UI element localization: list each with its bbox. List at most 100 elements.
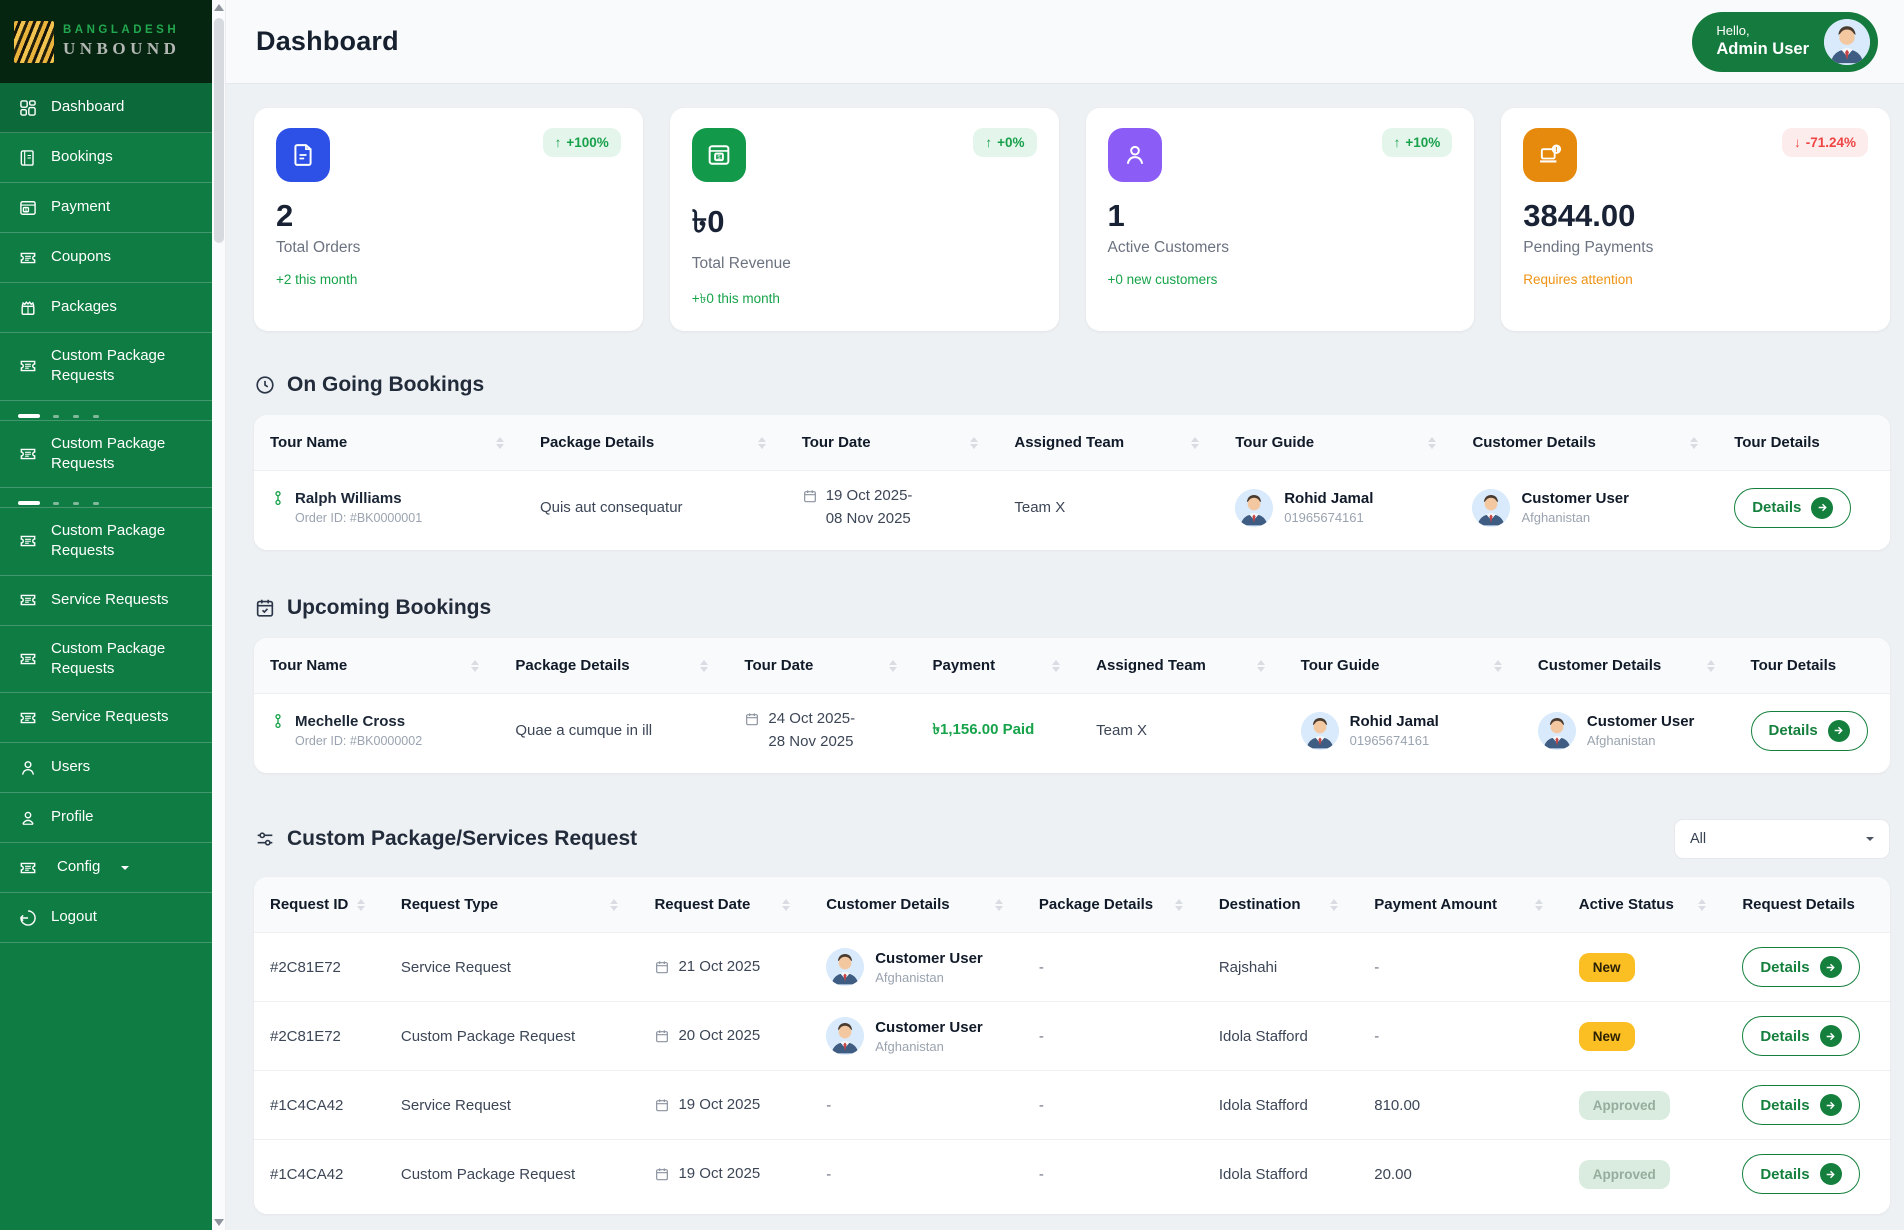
arrow-down-icon: ↓ <box>1793 135 1801 150</box>
customer-details: - <box>810 1070 1023 1140</box>
sort-icon[interactable] <box>471 659 480 672</box>
stat-label: Pending Payments <box>1523 239 1654 256</box>
order-id: Order ID: #BK0000001 <box>295 511 423 525</box>
sort-icon[interactable] <box>1256 659 1265 672</box>
sort-icon[interactable] <box>1330 898 1339 911</box>
details-button[interactable]: Details <box>1742 947 1860 987</box>
sort-icon[interactable] <box>1690 436 1699 449</box>
chevron-down-icon <box>1866 837 1874 845</box>
sort-icon[interactable] <box>610 898 619 911</box>
payment-amount: - <box>1358 932 1563 1002</box>
details-button[interactable]: Details <box>1742 1085 1860 1125</box>
trend-badge: ↑ +100% <box>542 128 621 157</box>
details-button[interactable]: Details <box>1734 487 1852 528</box>
sort-icon[interactable] <box>1534 898 1543 911</box>
payment-icon: $ <box>20 200 36 215</box>
sort-icon[interactable] <box>1052 659 1061 672</box>
sort-icon[interactable] <box>1191 436 1200 449</box>
calendar-check-icon <box>256 599 274 617</box>
ticket-icon <box>20 448 36 460</box>
scroll-down-icon[interactable] <box>213 1219 224 1226</box>
ongoing-table: Tour Name Package Details Tour Date Assi… <box>254 415 1890 550</box>
stat-footer: +৳0 this month <box>691 291 780 306</box>
scroll-up-icon[interactable] <box>213 4 224 11</box>
stat-label: Total Revenue <box>691 255 791 272</box>
sidebar-item-service-requests[interactable]: Service Requests <box>0 693 212 743</box>
customer-name: Customer User <box>1521 490 1629 507</box>
main-area: Dashboard Hello, Admin User ↑ +100% 2 To… <box>226 0 1904 1230</box>
sidebar-item-custom-package-requests[interactable]: Custom Package Requests <box>0 421 212 488</box>
sidebar-item-service-requests[interactable]: Service Requests <box>0 576 212 626</box>
scrollbar-thumb[interactable] <box>214 18 224 243</box>
payment-amount: 20.00 <box>1358 1139 1563 1208</box>
sidebar-item-custom-package-requests[interactable]: Custom Package Requests <box>0 333 212 401</box>
arrow-right-icon <box>1819 956 1842 978</box>
upcoming-table: Tour Name Package Details Tour Date Paym… <box>254 638 1890 773</box>
sort-icon[interactable] <box>1706 659 1715 672</box>
sidebar-item-coupons[interactable]: Coupons <box>0 233 212 283</box>
sidebar-item-clipped[interactable] <box>0 401 212 421</box>
stat-card-total-orders: ↑ +100% 2 Total Orders +2 this month <box>254 108 643 331</box>
stat-value: 1 <box>1107 198 1125 233</box>
sidebar-item-users[interactable]: Users <box>0 743 212 793</box>
sort-icon[interactable] <box>782 898 791 911</box>
sidebar-item-packages[interactable]: Packages <box>0 283 212 333</box>
sidebar-item-custom-package-requests[interactable]: Custom Package Requests <box>0 508 212 576</box>
guide-phone: 01965674161 <box>1349 733 1430 748</box>
sort-icon[interactable] <box>700 659 709 672</box>
sort-icon[interactable] <box>1698 898 1707 911</box>
table-row: #2C81E72 Custom Package Request 20 Oct 2… <box>254 1001 1890 1071</box>
request-id: #2C81E72 <box>254 1001 385 1071</box>
sort-icon[interactable] <box>1493 659 1502 672</box>
payment-amount: - <box>1358 1001 1563 1071</box>
sidebar-item-config[interactable]: Config <box>0 843 212 893</box>
customer-location: Afghanistan <box>875 1038 944 1054</box>
sidebar-item-dashboard[interactable]: Dashboard <box>0 83 212 133</box>
package-details: Quis aut consequatur <box>523 470 786 544</box>
svg-text:!: ! <box>1555 145 1558 154</box>
sidebar-item-payment[interactable]: $ Payment <box>0 183 212 233</box>
stat-footer: +0 new customers <box>1107 272 1218 287</box>
guide-name: Rohid Jamal <box>1284 490 1374 507</box>
destination: Rajshahi <box>1202 932 1359 1002</box>
details-button[interactable]: Details <box>1742 1154 1860 1194</box>
sort-icon[interactable] <box>888 659 897 672</box>
table-header-row: Tour Name Package Details Tour Date Paym… <box>254 638 1890 694</box>
request-type: Service Request <box>384 932 639 1002</box>
ticket-icon <box>20 712 36 723</box>
sidebar: BANGLADESH UNBOUND Dashboard Bookings $ … <box>0 0 212 1230</box>
sidebar-scrollbar[interactable] <box>212 0 226 1230</box>
sort-icon[interactable] <box>495 436 504 449</box>
request-id: #2C81E72 <box>254 932 385 1002</box>
brand-logo[interactable]: BANGLADESH UNBOUND <box>0 0 212 83</box>
sidebar-item-bookings[interactable]: Bookings <box>0 133 212 183</box>
package-details: - <box>1022 1139 1203 1208</box>
request-date: 20 Oct 2025 <box>678 1026 761 1044</box>
trend-badge: ↓ -71.24% <box>1781 128 1868 157</box>
user-menu[interactable]: Hello, Admin User <box>1692 11 1878 72</box>
status-filter-select[interactable]: All <box>1674 819 1890 859</box>
brand-name-top: BANGLADESH <box>63 24 180 37</box>
sort-icon[interactable] <box>994 898 1003 911</box>
ticket-icon <box>20 535 36 547</box>
details-button[interactable]: Details <box>1750 710 1868 751</box>
tour-name: Mechelle Cross <box>295 713 406 730</box>
sort-icon[interactable] <box>1174 898 1183 911</box>
stat-label: Active Customers <box>1107 239 1229 256</box>
sort-icon[interactable] <box>757 436 766 449</box>
arrow-right-icon <box>1819 1025 1842 1047</box>
sort-icon[interactable] <box>970 436 979 449</box>
payment-amount: 810.00 <box>1358 1070 1563 1140</box>
sidebar-item-clipped[interactable] <box>0 488 212 508</box>
order-id: Order ID: #BK0000002 <box>295 734 423 748</box>
sort-icon[interactable] <box>1428 436 1437 449</box>
sidebar-item-profile[interactable]: Profile <box>0 793 212 843</box>
ongoing-section-header: On Going Bookings <box>254 373 1890 397</box>
user-avatar[interactable] <box>1824 18 1870 65</box>
sort-icon[interactable] <box>356 898 365 911</box>
sidebar-item-custom-package-requests[interactable]: Custom Package Requests <box>0 626 212 693</box>
trend-badge: ↑ +10% <box>1381 128 1453 157</box>
details-button[interactable]: Details <box>1742 1016 1860 1056</box>
stat-card-pending-payments: ! ↓ -71.24% 3844.00 Pending Payments Requ… <box>1501 108 1890 331</box>
sidebar-item-logout[interactable]: Logout <box>0 893 212 943</box>
